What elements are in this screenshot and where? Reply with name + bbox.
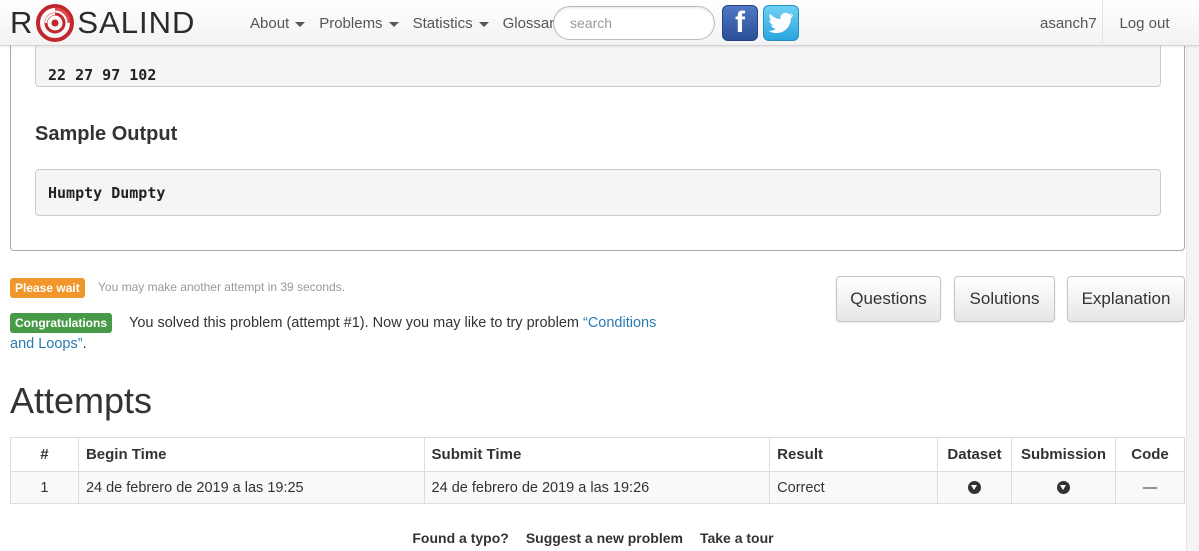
rosalind-rose-icon xyxy=(36,4,75,42)
wait-message: You may make another attempt in 39 secon… xyxy=(98,280,346,294)
facebook-glyph: f xyxy=(735,6,745,39)
column-header-number: # xyxy=(10,437,79,472)
sample-input-text: 22 27 97 102 xyxy=(48,66,157,84)
download-dataset-icon[interactable] xyxy=(967,481,981,495)
attempts-table: # Begin Time Submit Time Result Dataset … xyxy=(10,437,1186,504)
found-typo-link[interactable]: Found a typo? xyxy=(412,530,508,546)
dataset-download-cell xyxy=(937,471,1012,504)
sample-output-box: Humpty Dumpty xyxy=(35,169,1161,216)
menu-about-label: About xyxy=(250,14,290,32)
questions-button[interactable]: Questions xyxy=(836,276,941,322)
column-header-dataset: Dataset xyxy=(937,437,1012,472)
caret-down-icon xyxy=(478,21,489,27)
caret-down-icon xyxy=(388,21,399,27)
attempts-heading: Attempts xyxy=(10,380,153,421)
footer: Found a typo? Suggest a new problem Take… xyxy=(0,530,1186,546)
menu-statistics[interactable]: Statistics xyxy=(406,15,496,32)
column-header-submission: Submission xyxy=(1010,437,1116,472)
menu-problems[interactable]: Problems xyxy=(312,15,405,32)
menu-statistics-label: Statistics xyxy=(412,14,473,32)
solutions-label: Solutions xyxy=(969,289,1040,308)
table-row: 1 24 de febrero de 2019 a las 19:25 24 d… xyxy=(10,471,1186,504)
submission-download-cell xyxy=(1010,471,1116,504)
scrollbar[interactable] xyxy=(1186,0,1199,551)
please-wait-badge: Please wait xyxy=(10,278,85,298)
navbar: R SALIND About Problems Statistics Gloss… xyxy=(0,0,1199,46)
sample-output-text: Humpty Dumpty xyxy=(48,183,166,202)
problem-box: 22 27 97 102 Sample Output Humpty Dumpty xyxy=(10,20,1185,251)
column-header-begin-time: Begin Time xyxy=(77,437,425,472)
suggest-problem-link[interactable]: Suggest a new problem xyxy=(526,530,683,546)
explanation-button[interactable]: Explanation xyxy=(1067,276,1185,322)
attempt-code: — xyxy=(1114,471,1186,504)
attempt-result: Correct xyxy=(769,471,938,504)
twitter-icon[interactable] xyxy=(763,5,799,41)
facebook-icon[interactable]: f xyxy=(722,5,758,41)
column-header-result: Result xyxy=(769,437,938,472)
username[interactable]: asanch7 xyxy=(1040,15,1097,32)
congrats-text: You solved this problem (attempt #1). No… xyxy=(129,315,583,331)
search-input[interactable] xyxy=(553,6,715,40)
menu-problems-label: Problems xyxy=(319,14,383,32)
explanation-label: Explanation xyxy=(1081,289,1171,308)
rosalind-logo[interactable]: R SALIND xyxy=(10,4,195,42)
menu-about[interactable]: About xyxy=(243,15,312,32)
attempt-number: 1 xyxy=(10,471,79,504)
table-header-row: # Begin Time Submit Time Result Dataset … xyxy=(10,437,1186,472)
column-header-code: Code xyxy=(1114,437,1186,472)
take-tour-link[interactable]: Take a tour xyxy=(700,530,774,546)
logout-button[interactable]: Log out xyxy=(1102,0,1186,46)
download-submission-icon[interactable] xyxy=(1056,481,1070,495)
congratulations-badge: Congratulations xyxy=(10,313,112,333)
column-header-submit-time: Submit Time xyxy=(423,437,771,472)
brand-text-right: SALIND xyxy=(77,5,196,40)
caret-down-icon xyxy=(295,21,306,27)
sample-output-heading: Sample Output xyxy=(35,123,178,145)
congrats-end: . xyxy=(82,336,87,352)
questions-label: Questions xyxy=(850,289,927,308)
attempt-submit-time: 24 de febrero de 2019 a las 19:26 xyxy=(423,471,771,504)
brand-text-left: R xyxy=(10,5,34,40)
twitter-bird-icon xyxy=(768,12,794,34)
solutions-button[interactable]: Solutions xyxy=(954,276,1055,322)
main-menu: About Problems Statistics Glossary xyxy=(243,0,569,46)
logout-label: Log out xyxy=(1119,14,1170,32)
attempt-begin-time: 24 de febrero de 2019 a las 19:25 xyxy=(77,471,425,504)
